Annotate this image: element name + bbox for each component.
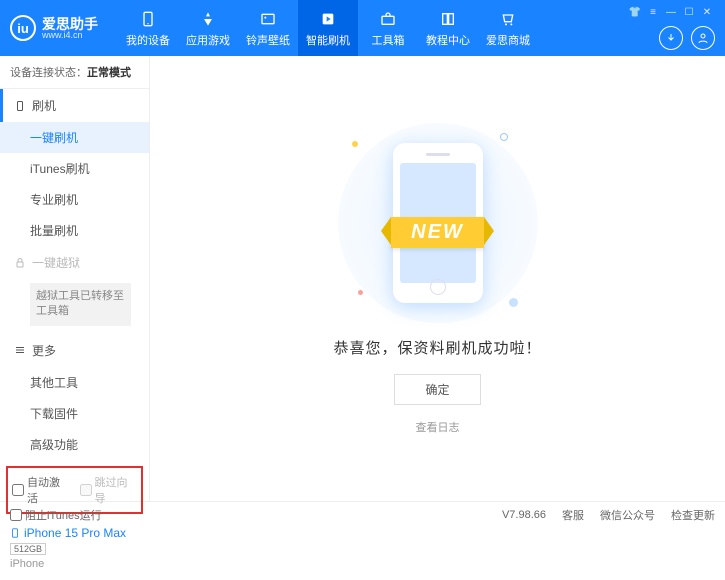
top-nav: 我的设备 应用游戏 铃声壁纸 智能刷机 工具箱 教程中心 爱思商城 (118, 0, 627, 56)
section-jailbreak: 一键越狱 (0, 246, 149, 279)
image-icon (258, 9, 278, 29)
section-flash[interactable]: 刷机 (0, 89, 149, 122)
section-label: 刷机 (32, 97, 56, 114)
nav-label: 教程中心 (426, 32, 470, 48)
apps-icon (198, 9, 218, 29)
ok-button[interactable]: 确定 (394, 374, 480, 405)
nav-label: 应用游戏 (186, 32, 230, 48)
device-name-text: iPhone 15 Pro Max (24, 526, 126, 540)
success-illustration: NEW (328, 123, 548, 323)
update-link[interactable]: 检查更新 (671, 507, 715, 523)
cart-icon (498, 9, 518, 29)
flash-section-icon (14, 100, 26, 112)
phone-icon (138, 9, 158, 29)
wechat-link[interactable]: 微信公众号 (600, 507, 655, 523)
menu-icon[interactable]: ≡ (645, 6, 661, 18)
sidebar-item-advanced[interactable]: 高级功能 (0, 429, 149, 460)
user-button[interactable] (691, 26, 715, 50)
device-icon (10, 526, 20, 540)
section-label: 更多 (32, 342, 56, 359)
support-link[interactable]: 客服 (562, 507, 584, 523)
view-log-link[interactable]: 查看日志 (416, 419, 460, 435)
nav-flash[interactable]: 智能刷机 (298, 0, 358, 56)
download-button[interactable] (659, 26, 683, 50)
section-more[interactable]: 更多 (0, 334, 149, 367)
minimize-icon[interactable]: — (663, 6, 679, 18)
book-icon (438, 9, 458, 29)
titlebar: iu 爱思助手 www.i4.cn 我的设备 应用游戏 铃声壁纸 智能刷机 工具… (0, 0, 725, 56)
device-capacity: 512GB (10, 543, 46, 555)
toolbox-icon (378, 9, 398, 29)
device-info: iPhone 15 Pro Max 512GB iPhone (0, 520, 149, 580)
block-itunes-checkbox[interactable]: 阻止iTunes运行 (10, 507, 102, 523)
sidebar-item-itunes[interactable]: iTunes刷机 (0, 153, 149, 184)
auto-activate-checkbox[interactable]: 自动激活 (12, 474, 70, 506)
section-label: 一键越狱 (32, 254, 80, 271)
nav-label: 爱思商城 (486, 32, 530, 48)
flash-icon (318, 9, 338, 29)
skip-guide-checkbox[interactable]: 跳过向导 (80, 474, 138, 506)
maximize-icon[interactable]: ☐ (681, 6, 697, 18)
main-content: NEW 恭喜您，保资料刷机成功啦！ 确定 查看日志 (150, 56, 725, 501)
sidebar-item-other[interactable]: 其他工具 (0, 367, 149, 398)
sidebar-item-pro[interactable]: 专业刷机 (0, 184, 149, 215)
device-type: iPhone (10, 558, 139, 570)
nav-ringtone[interactable]: 铃声壁纸 (238, 0, 298, 56)
sidebar: 设备连接状态：正常模式 刷机 一键刷机 iTunes刷机 专业刷机 批量刷机 一… (0, 56, 150, 501)
app-name: 爱思助手 (42, 17, 98, 31)
new-ribbon: NEW (391, 217, 484, 248)
checkbox-label: 自动激活 (27, 474, 70, 506)
skin-icon[interactable]: 👕 (627, 6, 643, 18)
checkbox-label: 阻止iTunes运行 (25, 507, 102, 523)
nav-label: 铃声壁纸 (246, 32, 290, 48)
version-text: V7.98.66 (502, 509, 546, 521)
nav-toolbox[interactable]: 工具箱 (358, 0, 418, 56)
conn-prefix: 设备连接状态： (10, 67, 87, 79)
close-icon[interactable]: ✕ (699, 6, 715, 18)
more-icon (14, 344, 26, 356)
nav-apps[interactable]: 应用游戏 (178, 0, 238, 56)
nav-tutorial[interactable]: 教程中心 (418, 0, 478, 56)
nav-my-device[interactable]: 我的设备 (118, 0, 178, 56)
logo-icon: iu (10, 15, 36, 41)
lock-icon (14, 257, 26, 269)
sidebar-item-download-fw[interactable]: 下载固件 (0, 398, 149, 429)
success-message: 恭喜您，保资料刷机成功啦！ (333, 337, 541, 358)
app-logo: iu 爱思助手 www.i4.cn (10, 15, 98, 41)
conn-status: 正常模式 (87, 67, 131, 79)
connection-status: 设备连接状态：正常模式 (0, 56, 149, 89)
checkbox-label: 跳过向导 (95, 474, 138, 506)
jailbreak-note[interactable]: 越狱工具已转移至工具箱 (30, 283, 131, 326)
device-name[interactable]: iPhone 15 Pro Max (10, 526, 139, 540)
sidebar-item-batch[interactable]: 批量刷机 (0, 215, 149, 246)
nav-label: 智能刷机 (306, 32, 350, 48)
sidebar-item-onekey[interactable]: 一键刷机 (0, 122, 149, 153)
nav-label: 工具箱 (372, 32, 405, 48)
title-controls: 👕 ≡ — ☐ ✕ (627, 6, 715, 50)
app-url: www.i4.cn (42, 31, 98, 40)
nav-store[interactable]: 爱思商城 (478, 0, 538, 56)
nav-label: 我的设备 (126, 32, 170, 48)
